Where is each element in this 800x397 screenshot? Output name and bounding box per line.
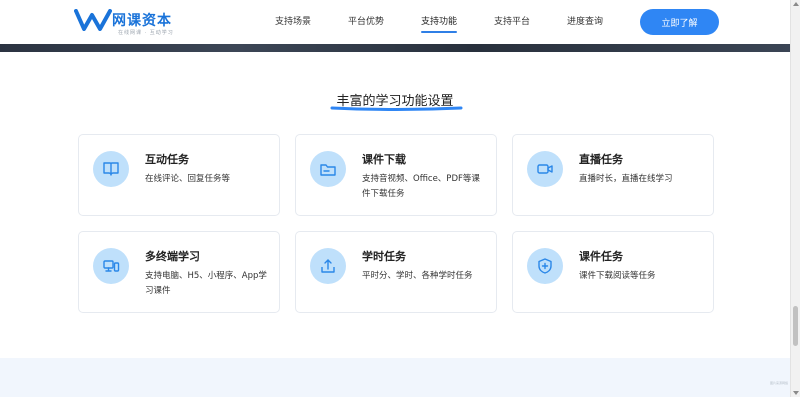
logo-mark-icon bbox=[74, 9, 112, 31]
feature-card-description: 平时分、学时、各种学时任务 bbox=[362, 271, 473, 281]
feature-card-courseware-task[interactable]: 课件任务 课件下载阅读等任务 bbox=[512, 231, 714, 313]
feature-card-title: 多终端学习 bbox=[145, 250, 200, 263]
nav-item-label: 进度查询 bbox=[567, 17, 604, 27]
logo-name: 网课资本 bbox=[112, 13, 172, 29]
upload-tray-icon bbox=[310, 248, 346, 284]
feature-card-description: 在线评论、回复任务等 bbox=[145, 174, 231, 184]
nav-item-label: 支持平台 bbox=[494, 17, 531, 27]
page: 网课资本 在线网课 · 互动学习 支持场景 平台优势 支持功能 支持平台 进度查… bbox=[0, 0, 800, 397]
feature-card-title: 学时任务 bbox=[362, 250, 406, 263]
shield-plus-icon bbox=[527, 248, 563, 284]
video-camera-icon bbox=[527, 151, 563, 187]
devices-icon bbox=[93, 248, 129, 284]
nav-item-advantages[interactable]: 平台优势 bbox=[348, 0, 384, 44]
nav-item-platforms[interactable]: 支持平台 bbox=[494, 0, 530, 44]
site-header: 网课资本 在线网课 · 互动学习 支持场景 平台优势 支持功能 支持平台 进度查… bbox=[0, 0, 790, 44]
nav-item-progress[interactable]: 进度查询 bbox=[567, 0, 603, 44]
vertical-scrollbar[interactable] bbox=[790, 0, 800, 397]
feature-card-description: 支持电脑、H5、小程序、App学习课件 bbox=[145, 271, 267, 296]
logo-slogan: 在线网课 · 互动学习 bbox=[118, 30, 174, 36]
feature-card-multi-device[interactable]: 多终端学习 支持电脑、H5、小程序、App学习课件 bbox=[78, 231, 280, 313]
feature-card-title: 课件任务 bbox=[579, 250, 623, 263]
feature-card-description: 直播时长，直播在线学习 bbox=[579, 174, 673, 184]
header-dark-band bbox=[0, 44, 790, 52]
feature-card-title: 直播任务 bbox=[579, 153, 623, 166]
nav-item-scenes[interactable]: 支持场景 bbox=[275, 0, 311, 44]
nav-item-label: 平台优势 bbox=[348, 17, 385, 27]
book-icon bbox=[93, 151, 129, 187]
learn-more-button[interactable]: 立即了解 bbox=[640, 9, 719, 35]
scroll-thumb[interactable] bbox=[793, 306, 798, 346]
watermark: 图片来源网络 bbox=[770, 381, 789, 385]
nav-item-features[interactable]: 支持功能 bbox=[421, 0, 458, 44]
scroll-down-arrow-icon[interactable] bbox=[793, 391, 799, 395]
feature-card-courseware-download[interactable]: 课件下载 支持音视频、Office、PDF等课件下载任务 bbox=[295, 134, 497, 216]
scroll-up-arrow-icon[interactable] bbox=[793, 2, 799, 6]
feature-card-live[interactable]: 直播任务 直播时长，直播在线学习 bbox=[512, 134, 714, 216]
nav-item-label: 支持场景 bbox=[275, 17, 312, 27]
folder-icon bbox=[310, 151, 346, 187]
feature-card-study-hours[interactable]: 学时任务 平时分、学时、各种学时任务 bbox=[295, 231, 497, 313]
nav-item-label: 支持功能 bbox=[421, 17, 458, 27]
next-section-band bbox=[0, 358, 790, 397]
feature-card-description: 支持音视频、Office、PDF等课件下载任务 bbox=[362, 174, 480, 199]
feature-card-title: 互动任务 bbox=[145, 153, 189, 166]
feature-card-title: 课件下载 bbox=[362, 153, 406, 166]
feature-card-description: 课件下载阅读等任务 bbox=[579, 271, 656, 281]
feature-card-interaction[interactable]: 互动任务 在线评论、回复任务等 bbox=[78, 134, 280, 216]
title-underline bbox=[330, 106, 463, 111]
